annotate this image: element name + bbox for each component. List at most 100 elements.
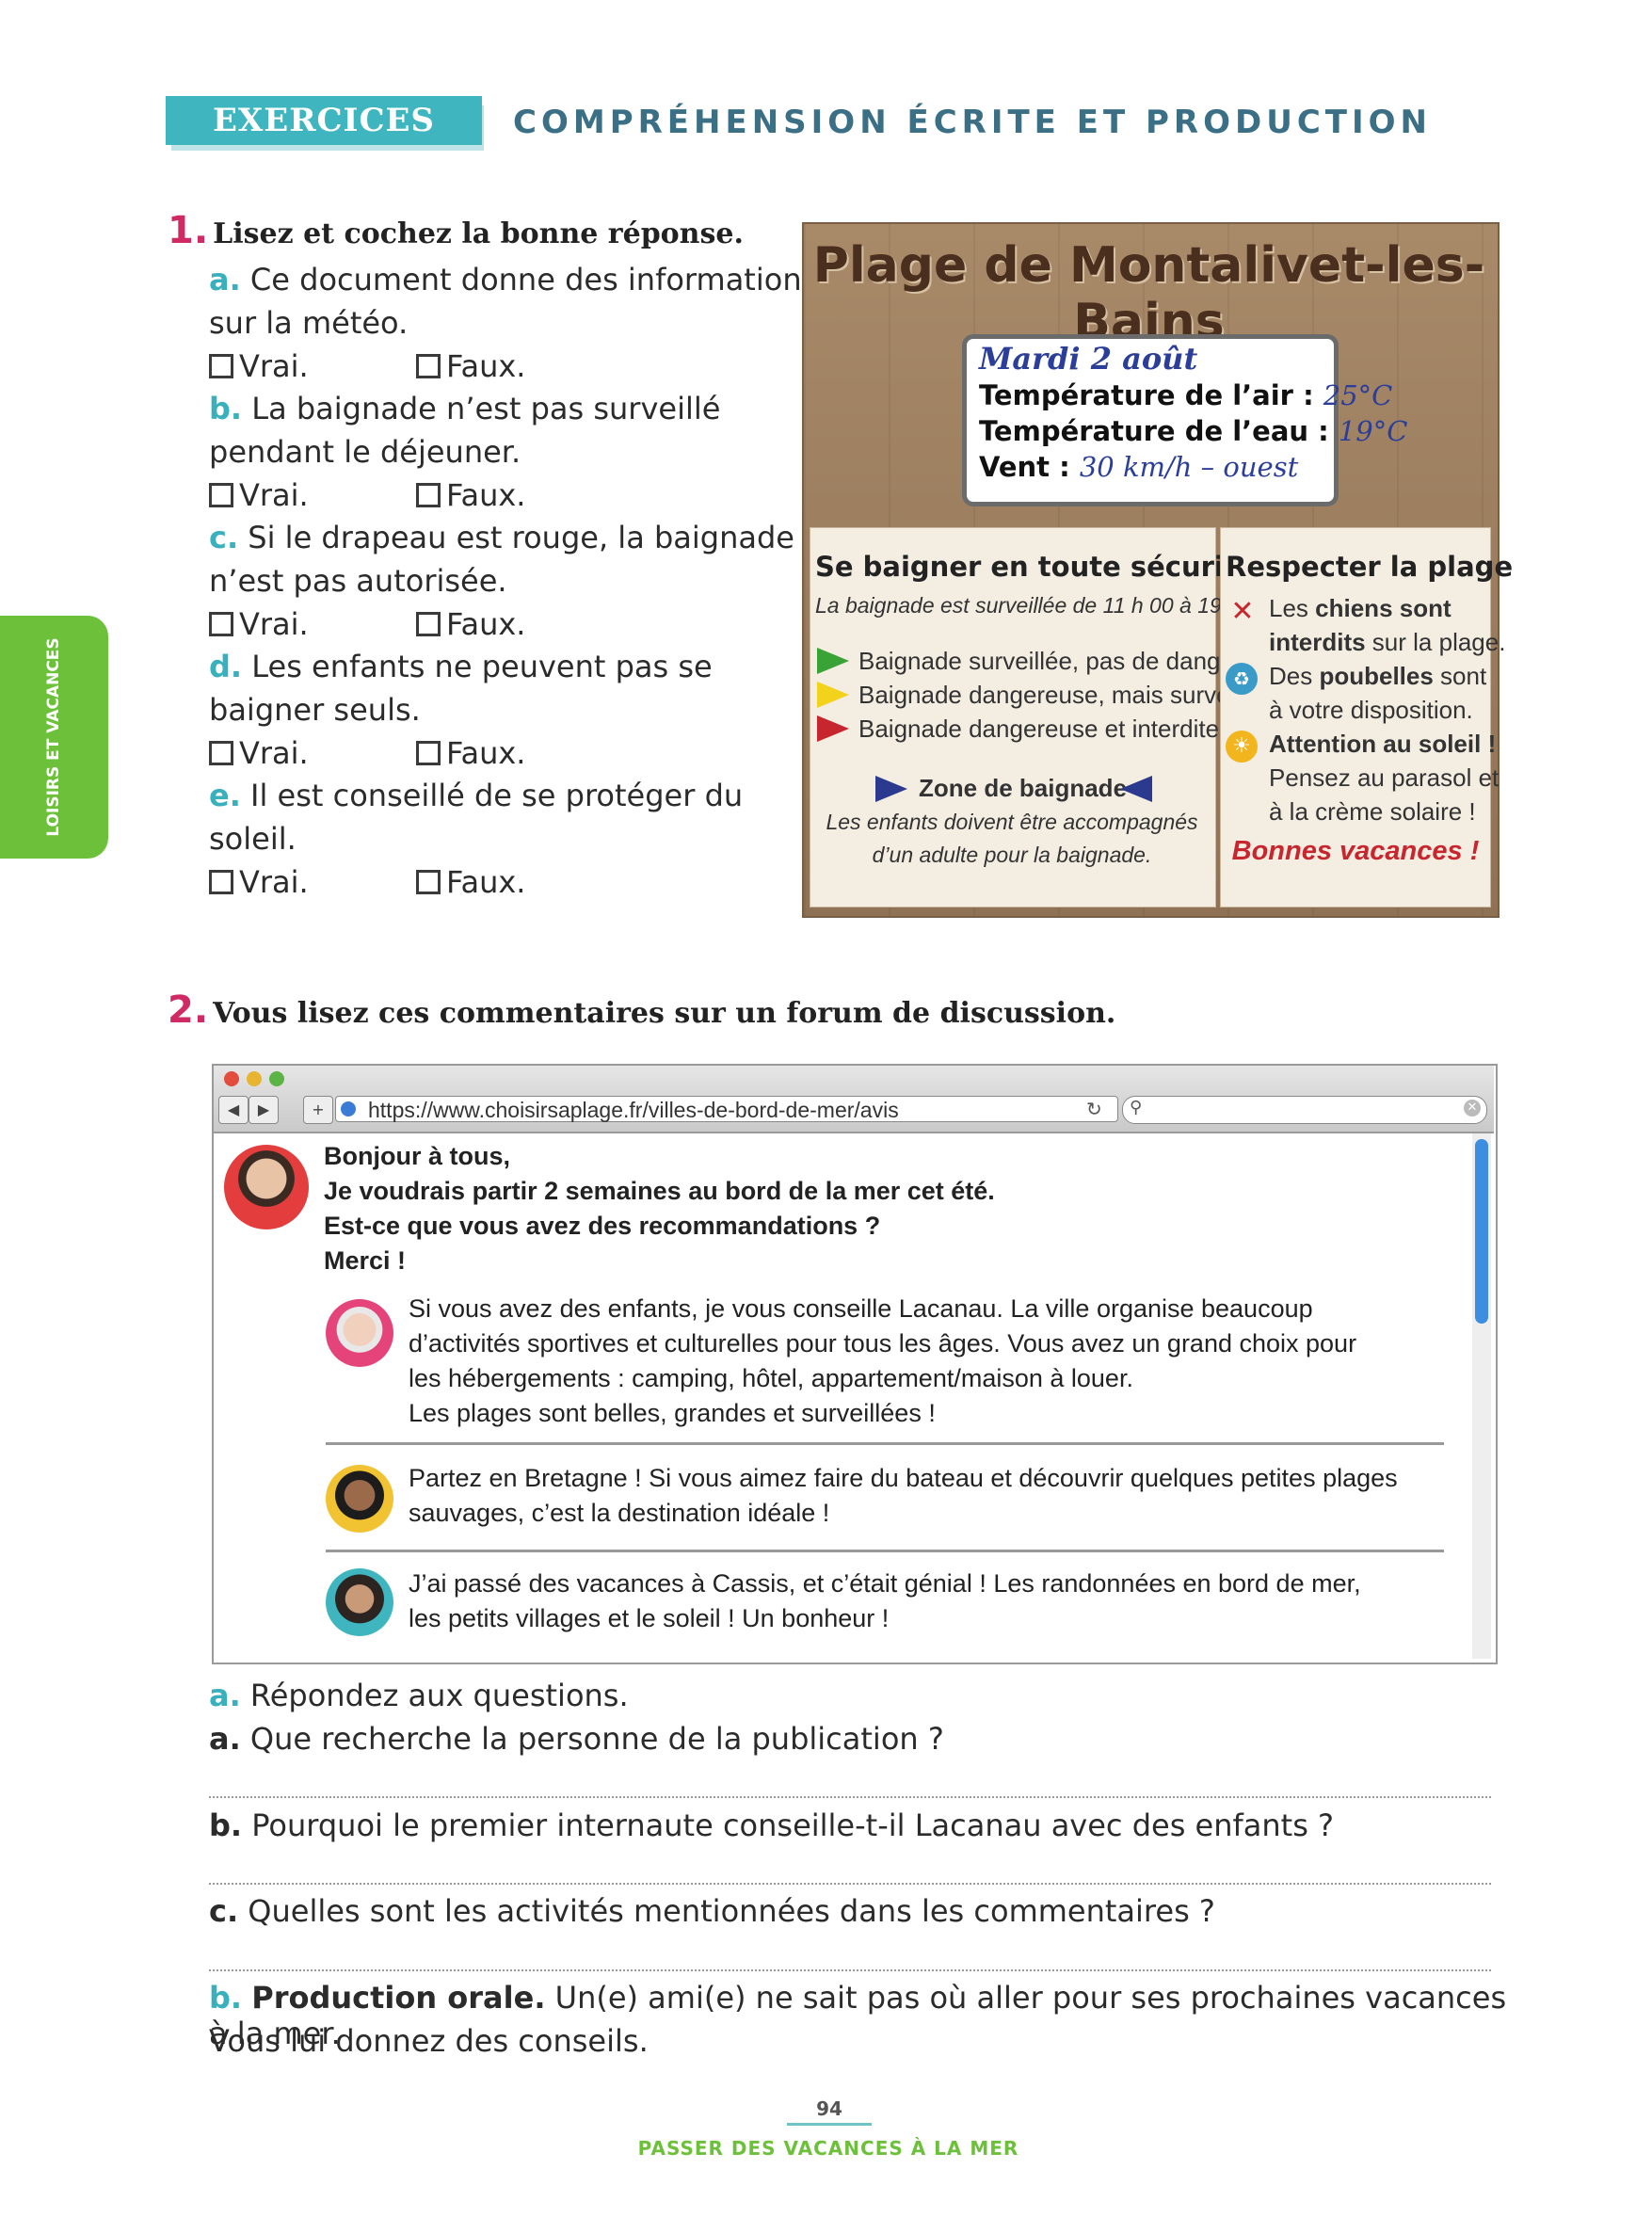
back-arrow-icon[interactable]: ◀ — [218, 1096, 249, 1124]
item-text-cont: soleil. — [209, 821, 297, 857]
water-temp-value: 19°C — [1338, 415, 1408, 447]
false-label: Faux. — [446, 348, 526, 384]
question-letter: b. — [209, 1807, 243, 1843]
maximize-window-button[interactable] — [269, 1071, 284, 1086]
questions-instruction: a. Répondez aux questions. — [209, 1678, 629, 1713]
false-label: Faux. — [446, 477, 526, 513]
checkbox-true-b[interactable] — [209, 483, 233, 507]
qa-letter: a. — [209, 1678, 241, 1713]
reply-2-line-1: Partez en Bretagne ! Si vous aimez faire… — [409, 1464, 1398, 1492]
sun-icon: ☀ — [1226, 731, 1258, 763]
reply-divider — [326, 1442, 1444, 1445]
ex1-item-e: e. Il est conseillé de se protéger du so… — [209, 774, 743, 860]
answer-line-b[interactable] — [209, 1883, 1491, 1885]
qb-letter: b. — [209, 1980, 243, 2016]
reply-1-line-4: Les plages sont belles, grandes et surve… — [409, 1399, 936, 1427]
dogs-bold: chiens sont — [1315, 594, 1452, 622]
checkbox-false-c[interactable] — [416, 612, 441, 636]
checkbox-true-e[interactable] — [209, 870, 233, 894]
header-label: EXERCICES — [213, 102, 435, 139]
sun-advice-1: Pensez au parasol et — [1269, 763, 1500, 792]
item-letter: b. — [209, 391, 243, 426]
true-label: Vrai. — [239, 735, 309, 771]
question-letter: a. — [209, 1721, 241, 1757]
item-text: Si le drapeau est rouge, la baignade — [248, 520, 794, 555]
swim-zone-label: Zone de baignade — [919, 774, 1128, 802]
true-label: Vrai. — [239, 606, 309, 642]
answer-line-a[interactable] — [209, 1796, 1491, 1798]
reply-divider — [326, 1550, 1444, 1552]
safety-hours: La baignade est surveillée de 11 h 00 à … — [815, 593, 1276, 618]
checkbox-false-e[interactable] — [416, 870, 441, 894]
item-text-cont: pendant le déjeuner. — [209, 434, 521, 470]
no-dogs-icon: ✕ — [1230, 595, 1255, 628]
answer-line-c[interactable] — [209, 1969, 1491, 1971]
post-line-3: Est-ce que vous avez des recommandations… — [324, 1212, 881, 1240]
search-field[interactable] — [1122, 1096, 1487, 1124]
ex1-d-answers-false: Faux. — [416, 735, 525, 771]
ex1-c-answers-false: Faux. — [416, 606, 525, 642]
question-c: c. Quelles sont les activités mentionnée… — [209, 1893, 1215, 1929]
flag-red-text: Baignade dangereuse et interdite — [858, 715, 1220, 743]
sun-warning: Attention au soleil ! — [1269, 730, 1497, 758]
qa-text: Répondez aux questions. — [249, 1678, 629, 1713]
true-label: Vrai. — [239, 477, 309, 513]
ex1-a-answers-false: Faux. — [416, 348, 525, 384]
rules-title: Respecter la plage — [1226, 551, 1514, 583]
wind-value: 30 km/h – ouest — [1079, 451, 1299, 483]
false-label: Faux. — [446, 864, 526, 900]
checkbox-false-b[interactable] — [416, 483, 441, 507]
bins-text: Des — [1269, 662, 1320, 690]
ex1-b-answers-false: Faux. — [416, 477, 525, 513]
reply-3-line-2: les petits villages et le soleil ! Un bo… — [409, 1604, 890, 1632]
beach-sign-title: Plage de Montalivet-les-Bains — [812, 237, 1485, 350]
reply-3-line-1: J’ai passé des vacances à Cassis, et c’é… — [409, 1569, 1361, 1598]
safety-title: Se baigner en toute sécurité — [815, 551, 1256, 583]
scrollbar-thumb[interactable] — [1475, 1139, 1488, 1324]
clear-search-icon[interactable]: ✕ — [1464, 1100, 1481, 1117]
true-label: Vrai. — [239, 348, 309, 384]
page-number: 94 — [816, 2097, 842, 2120]
ex1-d-answers: Vrai. — [209, 735, 309, 771]
question-text: Quelles sont les activités mentionnées d… — [248, 1893, 1215, 1929]
item-letter: d. — [209, 649, 243, 684]
bins-line-1: Des poubelles sont — [1269, 659, 1486, 693]
water-temp: Température de l’eau : 19°C — [979, 415, 1407, 447]
exercise-2-instruction: Vous lisez ces commentaires sur un forum… — [213, 997, 1116, 1030]
reload-icon[interactable]: ↻ — [1086, 1098, 1102, 1120]
green-flag-icon — [817, 648, 849, 674]
ex1-c-answers: Vrai. — [209, 606, 309, 642]
address-bar[interactable]: https://www.choisirsaplage.fr/villes-de-… — [335, 1096, 1118, 1122]
ex1-b-answers: Vrai. — [209, 477, 309, 513]
weather-date: Mardi 2 août — [979, 341, 1198, 377]
water-temp-label: Température de l’eau : — [979, 415, 1339, 447]
dogs-line-2: interdits sur la plage. — [1269, 625, 1505, 659]
ex1-item-d: d. Les enfants ne peuvent pas se baigner… — [209, 645, 713, 731]
ex1-item-a: a. Ce document donne des informations su… — [209, 258, 817, 345]
checkbox-false-a[interactable] — [416, 354, 441, 378]
air-temp-label: Température de l’air : — [979, 379, 1323, 411]
forward-arrow-icon[interactable]: ▶ — [249, 1096, 279, 1124]
checkbox-true-c[interactable] — [209, 612, 233, 636]
question-text: Que recherche la personne de la publicat… — [249, 1721, 944, 1757]
false-label: Faux. — [446, 606, 526, 642]
ex1-item-c: c. Si le drapeau est rouge, la baignade … — [209, 516, 794, 602]
checkbox-true-a[interactable] — [209, 354, 233, 378]
dogs-bold-2: interdits — [1269, 628, 1366, 656]
new-tab-plus-icon[interactable]: + — [303, 1096, 333, 1124]
checkbox-false-d[interactable] — [416, 741, 441, 765]
checkbox-true-d[interactable] — [209, 741, 233, 765]
sun-advice-2: à la crème solaire ! — [1269, 797, 1476, 826]
closing-wish: Bonnes vacances ! — [1231, 836, 1480, 866]
minimize-window-button[interactable] — [247, 1071, 262, 1086]
bins-line-2: à votre disposition. — [1269, 696, 1473, 724]
exercise-1-number: 1. — [168, 209, 209, 252]
item-text: Ce document donne des informations — [249, 262, 818, 297]
exercise-1-heading: 1. Lisez et cochez la bonne réponse. — [168, 209, 744, 252]
ex1-e-answers: Vrai. — [209, 864, 309, 900]
close-window-button[interactable] — [224, 1071, 239, 1086]
item-letter: a. — [209, 262, 241, 297]
post-line-2: Je voudrais partir 2 semaines au bord de… — [324, 1177, 995, 1205]
item-text: Les enfants ne peuvent pas se — [251, 649, 713, 684]
page-number-underline — [787, 2123, 872, 2126]
